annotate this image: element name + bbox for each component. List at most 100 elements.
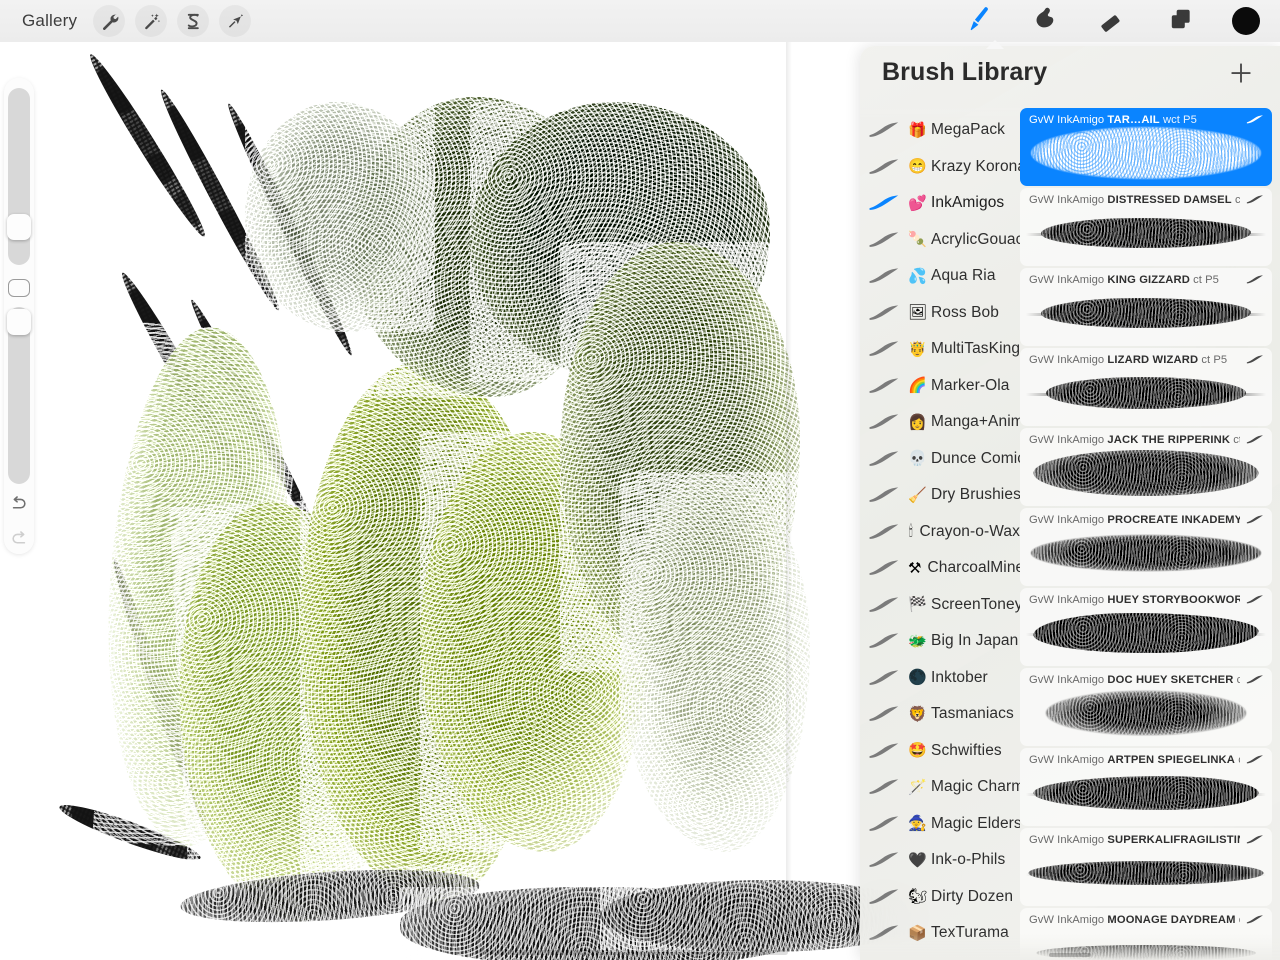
brush-set-row[interactable]: 🤴 MultiTasKings (860, 331, 1020, 368)
erase-tool-button[interactable] (1096, 4, 1130, 38)
selection-button[interactable] (177, 5, 210, 37)
gallery-button[interactable]: Gallery (16, 9, 83, 33)
brush-stroke-icon (868, 230, 902, 250)
brush-stroke-icon (868, 339, 902, 359)
smudge-tool-button[interactable] (1028, 4, 1062, 38)
add-brush-button[interactable] (1226, 58, 1256, 88)
brush-stroke-icon (1246, 833, 1264, 847)
brush-card[interactable]: GvW InkAmigo SUPERKALIFRAGILISTINK ct P5 (1020, 828, 1272, 906)
undo-button[interactable] (6, 494, 32, 519)
brush-title: HUEY STORYBOOKWORM (1107, 594, 1240, 606)
brush-opacity-slider[interactable] (7, 307, 31, 484)
brush-stroke-icon (1246, 593, 1264, 607)
modify-button[interactable] (8, 278, 30, 298)
brush-stroke-icon (868, 850, 902, 870)
brush-stroke-preview (1020, 202, 1272, 264)
brush-set-label: Ross Bob (931, 303, 999, 321)
brush-card[interactable]: GvW InkAmigo ARTPEN SPIEGELINKA ct P5 (1020, 748, 1272, 826)
actions-button[interactable] (93, 5, 126, 37)
brush-set-emoji: 🌈 (908, 377, 927, 395)
brush-set-row[interactable]: 🌈 Marker-Ola (860, 368, 1020, 405)
brush-suffix: ct P5 (1201, 354, 1228, 366)
brush-set-row[interactable]: 💕 InkAmigos (860, 185, 1020, 222)
brush-set-row[interactable]: 🌑 Inktober (860, 660, 1020, 697)
brush-card[interactable]: GvW InkAmigo JACK THE RIPPERINK ct P5 (1020, 428, 1272, 506)
brush-set-row[interactable]: 🍡AcrylicGouache (860, 222, 1020, 259)
brush-set-row[interactable]: 👩Manga+Anime (860, 404, 1020, 441)
brush-card[interactable]: GvW InkAmigo DOC HUEY SKETCHER ct P5 (1020, 668, 1272, 746)
brush-stroke-icon (1246, 353, 1264, 367)
brush-set-row[interactable]: 🐲 Big In Japan (860, 623, 1020, 660)
brush-size-knob[interactable] (7, 214, 31, 240)
adjustments-button[interactable] (135, 5, 168, 37)
brush-card[interactable]: GvW InkAmigo LIZARD WIZARD ct P5 (1020, 348, 1272, 426)
brush-set-row[interactable]: 😁Krazy Koronas (860, 149, 1020, 186)
brush-set-emoji: 🐿 (908, 888, 928, 906)
brush-card[interactable]: GvW InkAmigo HUEY STORYBOOKWORM ct P5 (1020, 588, 1272, 666)
brush-stroke-icon (1246, 513, 1264, 527)
brush-stroke-icon (868, 522, 902, 542)
brush-set-row[interactable]: 🖼 Ross Bob (860, 295, 1020, 332)
brush-set-row[interactable]: 🦁 Tasmaniacs (860, 696, 1020, 733)
brush-stroke-icon (868, 266, 902, 286)
brush-set-row[interactable]: 📦 TexTurama (860, 915, 1020, 952)
brush-set-row[interactable]: 🖤 Ink-o-Phils (860, 842, 1020, 879)
brush-set-emoji: 📦 (908, 924, 927, 942)
brush-list[interactable]: GvW InkAmigo TAR…AIL wct P5 GvW InkAmigo… (1020, 108, 1280, 960)
brush-stroke-icon (868, 704, 902, 724)
brush-prefix: GvW InkAmigo (1029, 674, 1105, 686)
brush-stroke-preview (1020, 442, 1272, 504)
redo-button[interactable] (6, 529, 32, 554)
brush-stroke-icon (868, 303, 902, 323)
brush-card[interactable]: GvW InkAmigo DISTRESSED DAMSEL ct P5 (1020, 188, 1272, 266)
brush-sets-list[interactable]: 🎁MegaPack 😁Krazy Koronas 💕InkAmigos 🍡Acr… (860, 108, 1020, 960)
brush-set-row[interactable]: 🧙 Magic Elders (860, 806, 1020, 843)
brush-set-emoji: 💦 (908, 267, 927, 285)
brush-set-label: Marker-Ola (931, 376, 1010, 394)
brush-stroke-icon (868, 449, 902, 469)
brush-size-slider[interactable] (7, 88, 31, 265)
brush-prefix: GvW InkAmigo (1029, 194, 1105, 206)
top-toolbar: Gallery (0, 0, 1280, 42)
brush-stroke-icon (868, 777, 902, 797)
canvas-paper[interactable] (0, 42, 930, 960)
paint-tool-button[interactable] (960, 4, 994, 38)
brush-set-emoji: 🏁 (908, 596, 927, 614)
brush-prefix: GvW InkAmigo (1029, 354, 1105, 366)
brush-prefix: GvW InkAmigo (1029, 594, 1105, 606)
brush-set-emoji: 🦁 (908, 705, 927, 723)
brush-card-selected[interactable]: GvW InkAmigo TAR…AIL wct P5 (1020, 108, 1272, 186)
brush-stroke-icon (868, 485, 902, 505)
brush-set-row[interactable]: 💦 Aqua Ria (860, 258, 1020, 295)
brush-set-row[interactable]: 🕯 Crayon-o-Wax (860, 514, 1020, 551)
paintbrush-icon (964, 5, 991, 37)
brush-suffix: ct P5 (1236, 674, 1240, 686)
brush-set-row[interactable]: 🏁ScreenToneys (860, 587, 1020, 624)
brush-card[interactable]: GvW InkAmigo KING GIZZARD ct P5 (1020, 268, 1272, 346)
panel-scroll-indicator[interactable] (1049, 953, 1091, 957)
brush-set-row[interactable]: 🪄Magic Charms (860, 769, 1020, 806)
brush-set-label: Ink-o-Phils (931, 851, 1006, 869)
brush-suffix: ct P5 (1239, 914, 1240, 926)
brush-title: JACK THE RIPPERINK (1107, 434, 1231, 446)
brush-stroke-preview (1020, 362, 1272, 424)
brush-card[interactable]: GvW InkAmigo PROCREATE INKADEMY ct P5 (1020, 508, 1272, 586)
brush-name: GvW InkAmigo LIZARD WIZARD ct P5 (1029, 354, 1240, 366)
brush-stroke-icon (868, 558, 902, 578)
brush-library-header: Brush Library (860, 46, 1280, 108)
canvas-horizontal-scrollbar[interactable] (478, 950, 788, 955)
brush-set-row[interactable]: ⚒ CharcoalMine (860, 550, 1020, 587)
brush-set-row[interactable]: 🐿 Dirty Dozen (860, 879, 1020, 916)
brush-set-row[interactable]: 🧹 Dry Brushies (860, 477, 1020, 514)
brush-set-label: Crayon-o-Wax (919, 522, 1020, 540)
color-swatch-button[interactable] (1232, 7, 1260, 35)
brush-set-row[interactable]: 🤩 Schwifties (860, 733, 1020, 770)
brush-set-row[interactable]: 🎁 MegaPack (860, 112, 1020, 149)
brush-title: MOONAGE DAYDREAM (1107, 914, 1236, 926)
brush-library-body: 🎁MegaPack 😁Krazy Koronas 💕InkAmigos 🍡Acr… (860, 108, 1280, 960)
active-tool-caret (986, 40, 1004, 49)
brush-set-row[interactable]: 💀 Dunce Comic (860, 441, 1020, 478)
brush-opacity-knob[interactable] (7, 309, 31, 336)
transform-button[interactable] (219, 5, 252, 37)
layers-tool-button[interactable] (1164, 4, 1198, 38)
